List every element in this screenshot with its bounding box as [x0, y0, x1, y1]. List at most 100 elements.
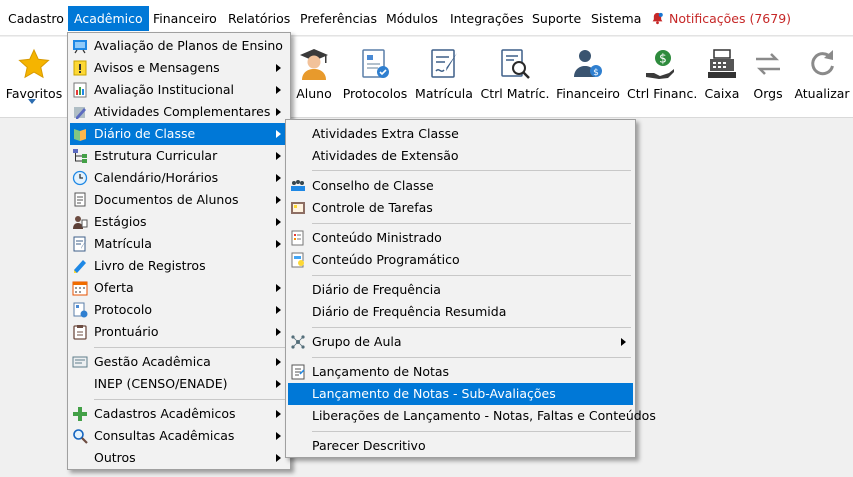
- chevron-right-icon: [276, 410, 281, 418]
- money-hand-icon: $: [646, 50, 674, 79]
- protocolos-button[interactable]: Protocolos: [342, 37, 408, 118]
- record-folder-icon: [73, 325, 87, 340]
- presentation-board-icon: [73, 40, 87, 54]
- enrollment-icon: [73, 236, 87, 252]
- submenu-item-liberacoes-lancamento[interactable]: Liberações de Lançamento - Notas, Faltas…: [288, 405, 656, 427]
- submenu-item-controle-tarefas[interactable]: Controle de Tarefas: [288, 197, 633, 219]
- aluno-button[interactable]: Aluno: [291, 37, 337, 118]
- calendar-grid-icon: [72, 281, 88, 296]
- council-meeting-icon: [291, 180, 305, 191]
- matricula-button[interactable]: Matrícula: [414, 37, 474, 118]
- menu-item-label: Estrutura Curricular: [94, 148, 218, 163]
- menu-separator: [94, 399, 286, 400]
- submenu-item-parecer-descritivo[interactable]: Parecer Descritivo: [288, 435, 633, 457]
- chevron-right-icon: [276, 108, 281, 116]
- orgs-button[interactable]: Orgs: [748, 37, 788, 118]
- chevron-right-icon: [621, 338, 626, 346]
- diario-de-classe-submenu: Atividades Extra Classe Atividades de Ex…: [285, 119, 656, 458]
- menu-notificacoes[interactable]: Notificações (7679): [645, 6, 797, 31]
- menu-item-livro-registros[interactable]: Livro de Registros: [70, 255, 288, 277]
- group-network-icon: [291, 335, 305, 349]
- menu-relatorios[interactable]: Relatórios: [222, 6, 296, 31]
- register-book-icon: [74, 260, 86, 273]
- menu-item-label: Avaliação Institucional: [94, 82, 235, 97]
- menu-item-documentos-alunos[interactable]: Documentos de Alunos: [70, 189, 288, 211]
- menu-item-label: Atividades Extra Classe: [312, 126, 459, 141]
- protocol-document-icon: [362, 49, 389, 78]
- menu-item-label: Atividades de Extensão: [312, 148, 459, 163]
- menu-item-cadastros-academicos[interactable]: Cadastros Acadêmicos: [70, 403, 288, 425]
- submenu-item-diario-frequencia-resumida[interactable]: Diário de Frequência Resumida: [288, 301, 633, 323]
- menu-item-diario-de-classe[interactable]: Diário de Classe: [70, 123, 288, 145]
- menu-item-inep[interactable]: INEP (CENSO/ENADE): [70, 373, 288, 395]
- refresh-icon: [811, 50, 834, 76]
- menu-item-avisos[interactable]: Avisos e Mensagens: [70, 57, 288, 79]
- chevron-right-icon: [276, 454, 281, 462]
- menu-separator: [312, 357, 631, 358]
- submenu-item-conteudo-ministrado[interactable]: Conteúdo Ministrado: [288, 227, 633, 249]
- menu-cadastro[interactable]: Cadastro: [2, 6, 70, 31]
- class-diary-icon: [74, 129, 86, 141]
- menu-item-label: Documentos de Alunos: [94, 192, 239, 207]
- pencil-book-icon: [74, 107, 86, 119]
- chevron-right-icon: [276, 358, 281, 366]
- menu-separator: [312, 170, 631, 171]
- chevron-right-icon: [276, 196, 281, 204]
- menu-item-label: Conteúdo Programático: [312, 252, 460, 267]
- chevron-right-icon: [276, 218, 281, 226]
- student-icon: [300, 49, 328, 80]
- menu-item-calendario[interactable]: Calendário/Horários: [70, 167, 288, 189]
- bar-chart-doc-icon: [73, 82, 87, 98]
- favoritos-button[interactable]: Favoritos: [0, 37, 68, 118]
- menu-item-matricula[interactable]: Matrícula: [70, 233, 288, 255]
- chevron-right-icon: [276, 284, 281, 292]
- content-list-icon: [291, 230, 304, 246]
- menu-integracoes[interactable]: Integrações: [444, 6, 530, 31]
- caixa-button[interactable]: Caixa: [700, 37, 744, 118]
- ctrl-matric-button[interactable]: Ctrl Matríc.: [480, 37, 550, 118]
- chevron-right-icon: [276, 130, 281, 138]
- cash-register-icon: [708, 49, 736, 78]
- menu-item-estagios[interactable]: Estágios: [70, 211, 288, 233]
- menu-item-label: Avaliação de Planos de Ensino: [94, 38, 283, 53]
- menu-item-avaliacao-planos[interactable]: Avaliação de Planos de Ensino: [70, 35, 288, 57]
- search-icon: [73, 429, 88, 444]
- submenu-item-lancamento-notas-sub-avaliacoes[interactable]: Lançamento de Notas - Sub-Avaliações: [288, 383, 633, 405]
- documents-icon: [74, 192, 86, 207]
- submenu-item-atividades-extra-classe[interactable]: Atividades Extra Classe: [288, 123, 633, 145]
- menu-item-label: Parecer Descritivo: [312, 438, 426, 453]
- atualizar-button[interactable]: Atualizar: [793, 37, 851, 118]
- menu-item-gestao-academica[interactable]: Gestão Acadêmica: [70, 351, 288, 373]
- menu-item-protocolo[interactable]: Protocolo: [70, 299, 288, 321]
- financeiro-button[interactable]: $ Financeiro: [555, 37, 621, 118]
- menu-item-prontuario[interactable]: Prontuário: [70, 321, 288, 343]
- menu-item-atividades-complementares[interactable]: Atividades Complementares: [70, 101, 288, 123]
- menu-item-label: Diário de Classe: [94, 126, 196, 141]
- submenu-item-conselho-de-classe[interactable]: Conselho de Classe: [288, 175, 633, 197]
- menu-item-label: Liberações de Lançamento - Notas, Faltas…: [312, 408, 656, 423]
- ctrl-matric-label: Ctrl Matríc.: [480, 86, 550, 101]
- menu-suporte[interactable]: Suporte: [526, 6, 587, 31]
- menu-sistema[interactable]: Sistema: [585, 6, 647, 31]
- menu-academico[interactable]: Acadêmico: [68, 6, 149, 31]
- menu-item-label: Atividades Complementares: [94, 104, 271, 119]
- menu-item-outros[interactable]: Outros: [70, 447, 288, 469]
- menu-preferencias[interactable]: Preferências: [294, 6, 383, 31]
- menu-item-avaliacao-institucional[interactable]: Avaliação Institucional: [70, 79, 288, 101]
- menu-modulos[interactable]: Módulos: [380, 6, 444, 31]
- ctrl-financ-button[interactable]: $ Ctrl Financ.: [627, 37, 697, 118]
- menu-item-consultas-academicas[interactable]: Consultas Acadêmicas: [70, 425, 288, 447]
- submenu-item-conteudo-programatico[interactable]: Conteúdo Programático: [288, 249, 633, 271]
- submenu-item-atividades-extensao[interactable]: Atividades de Extensão: [288, 145, 633, 167]
- chevron-right-icon: [276, 152, 281, 160]
- menu-item-estrutura-curricular[interactable]: Estrutura Curricular: [70, 145, 288, 167]
- menu-item-label: Diário de Frequência: [312, 282, 441, 297]
- chevron-right-icon: [276, 380, 281, 388]
- menu-item-label: Lançamento de Notas: [312, 364, 450, 379]
- menu-item-oferta[interactable]: Oferta: [70, 277, 288, 299]
- submenu-item-lancamento-notas[interactable]: Lançamento de Notas: [288, 361, 633, 383]
- submenu-item-diario-frequencia[interactable]: Diário de Frequência: [288, 279, 633, 301]
- menu-financeiro[interactable]: Financeiro: [147, 6, 223, 31]
- submenu-item-grupo-de-aula[interactable]: Grupo de Aula: [288, 331, 633, 353]
- menu-item-label: Avisos e Mensagens: [94, 60, 220, 75]
